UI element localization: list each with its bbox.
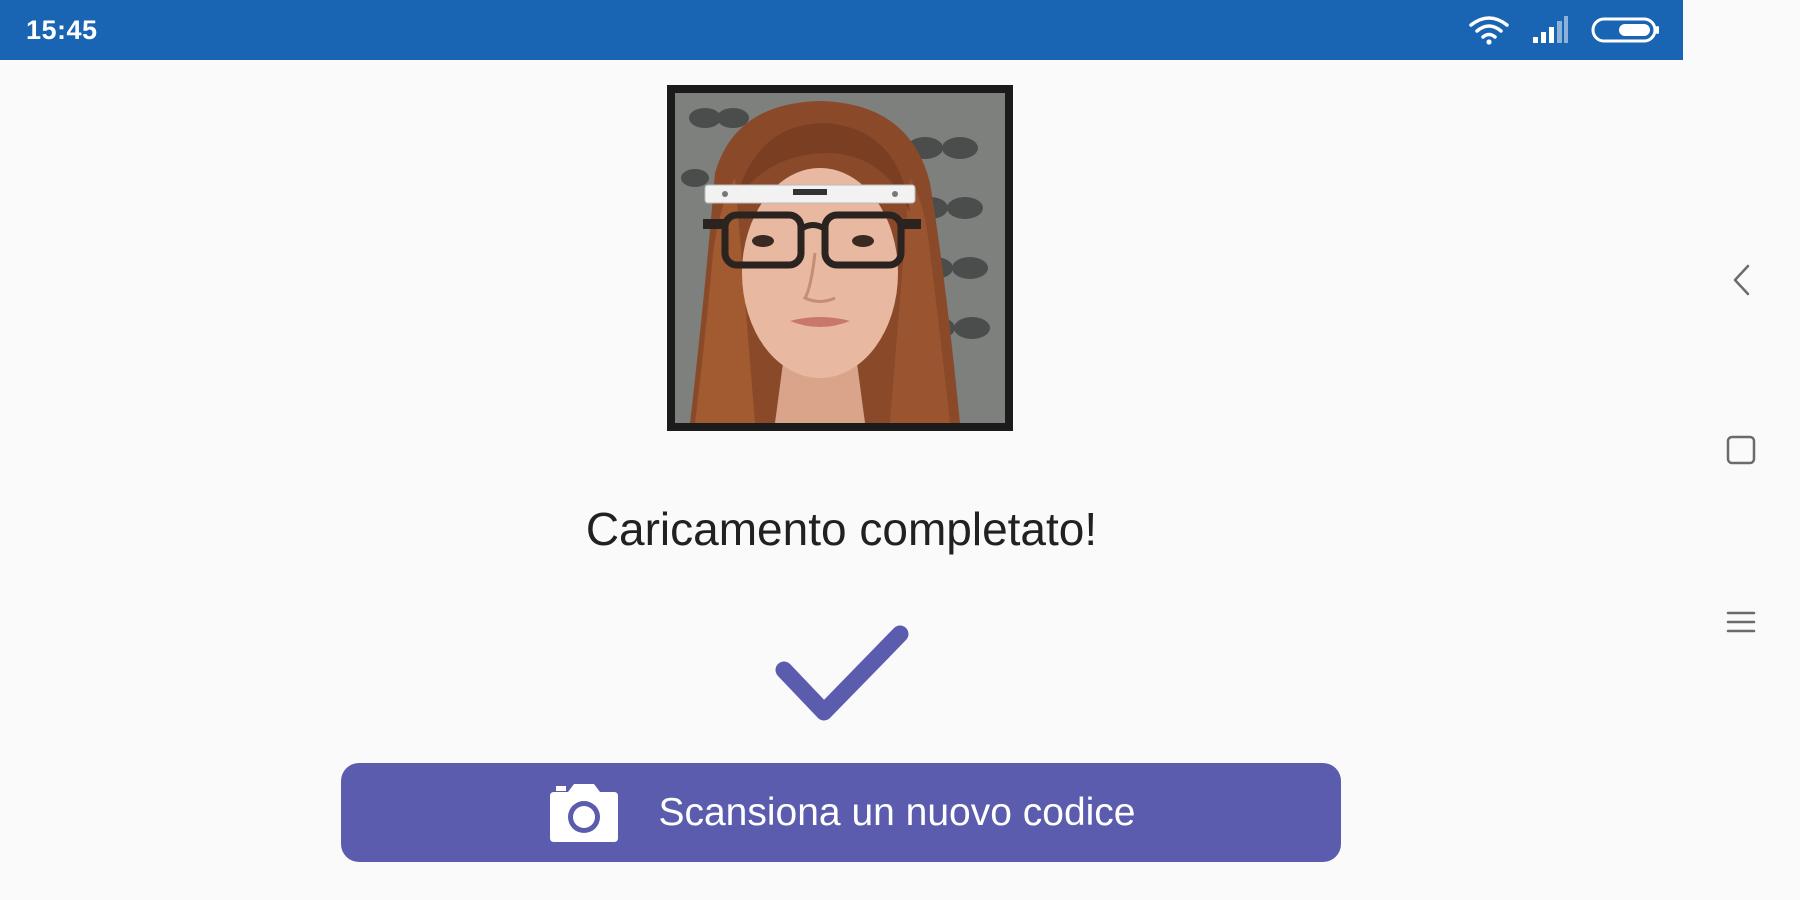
camera-icon bbox=[550, 783, 619, 842]
app-screen: 15:45 Caricamento completato! Scansiona … bbox=[0, 0, 1800, 900]
back-icon bbox=[1733, 264, 1750, 296]
photo-frame bbox=[667, 85, 1013, 431]
battery-icon bbox=[1591, 16, 1661, 44]
face-photo bbox=[675, 93, 1005, 423]
status-bar: 15:45 bbox=[0, 0, 1683, 60]
scan-new-code-button[interactable]: Scansiona un nuovo codice bbox=[341, 763, 1341, 862]
scan-button-label: Scansiona un nuovo codice bbox=[658, 790, 1136, 834]
wifi-icon bbox=[1469, 15, 1509, 45]
signal-icon bbox=[1531, 16, 1569, 44]
menu-icon bbox=[1726, 611, 1756, 633]
home-button[interactable] bbox=[1713, 422, 1769, 478]
status-time: 15:45 bbox=[26, 15, 98, 45]
status-icons bbox=[1469, 14, 1661, 46]
back-button[interactable] bbox=[1713, 252, 1769, 308]
checkmark-icon bbox=[775, 625, 909, 721]
navigation-bar bbox=[1683, 0, 1800, 900]
menu-button[interactable] bbox=[1713, 594, 1769, 650]
home-icon bbox=[1726, 435, 1756, 465]
upload-complete-message: Caricamento completato! bbox=[585, 503, 1098, 555]
main-content: Caricamento completato! Scansiona un nuo… bbox=[0, 60, 1683, 900]
